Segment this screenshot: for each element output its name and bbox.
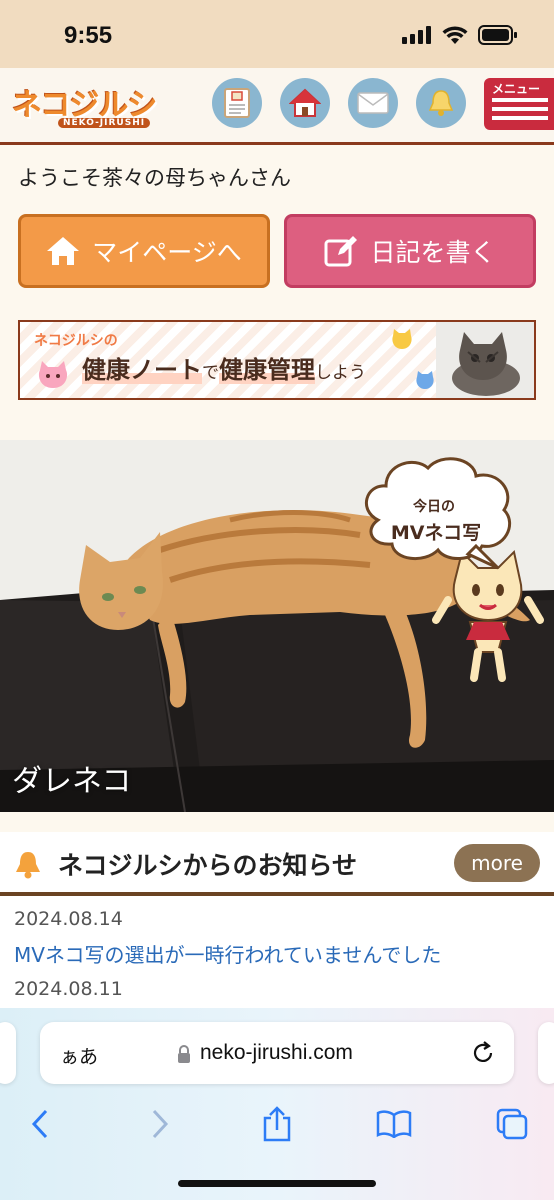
banner-text-2: で [202, 363, 219, 383]
news-date: 2024.08.14 [14, 908, 123, 930]
bell-icon [428, 90, 454, 116]
more-button[interactable]: more [454, 844, 540, 882]
mypage-button[interactable]: マイページへ [18, 214, 270, 288]
forward-button[interactable] [138, 1102, 182, 1146]
status-bar: 9:55 [0, 0, 554, 68]
news-title: ネコジルシからのお知らせ [58, 851, 358, 880]
reload-icon[interactable] [470, 1040, 496, 1066]
address-bar[interactable]: ぁあ neko-jirushi.com [40, 1022, 514, 1084]
cat-face-icon [38, 361, 68, 388]
bubble-line2: MVネコ写 [390, 522, 482, 544]
share-icon [263, 1106, 291, 1142]
news-section: ネコジルシからのお知らせ more 2024.08.14 MVネコ写の選出が一時… [0, 832, 554, 1032]
write-diary-button-label: 日記を書く [370, 238, 496, 267]
back-button[interactable] [18, 1102, 62, 1146]
banner-headline: 健康ノートで健康管理しよう [82, 350, 366, 385]
blue-cat-icon [416, 371, 434, 389]
edit-icon [324, 236, 358, 267]
notification-button[interactable] [416, 78, 466, 128]
notebook-icon [224, 88, 250, 118]
news-link[interactable]: MVネコ写の選出が一時行われていませんでした [14, 939, 441, 968]
home-button[interactable] [280, 78, 330, 128]
bookmarks-button[interactable] [372, 1102, 416, 1146]
write-diary-button[interactable]: 日記を書く [284, 214, 536, 288]
back-arrow-icon [31, 1109, 48, 1139]
banner-text-4: しよう [315, 363, 366, 383]
welcome-message: ようこそ茶々の母ちゃんさん [18, 166, 291, 190]
status-icons [402, 25, 518, 45]
previous-tab-preview[interactable] [0, 1022, 16, 1084]
tabs-button[interactable] [490, 1102, 534, 1146]
bubble-line1: 今日の [413, 499, 455, 515]
lock-icon [178, 1045, 190, 1063]
logo-subtitle: NEKO-JIRUSHI [58, 118, 151, 128]
mv-cat-photo[interactable]: 今日の MVネコ写 ダレネコ [0, 440, 554, 812]
mail-icon [357, 92, 389, 114]
status-time: 9:55 [64, 22, 113, 49]
wifi-icon [442, 25, 468, 44]
health-note-banner[interactable]: ネコジルシの 健康ノートで健康管理しよう [18, 320, 536, 400]
mail-button[interactable] [348, 78, 398, 128]
yellow-cat-icon [392, 329, 412, 349]
next-tab-preview[interactable] [538, 1022, 554, 1084]
menu-button[interactable]: メニュー [484, 78, 554, 130]
share-button[interactable] [255, 1102, 299, 1146]
banner-text-1: 健康ノート [82, 356, 202, 384]
notebook-button[interactable] [212, 78, 262, 128]
news-date: 2024.08.11 [14, 978, 123, 1000]
hamburger-icon [492, 98, 548, 125]
book-icon [376, 1110, 412, 1138]
home-icon [47, 237, 80, 265]
cellular-signal-icon [402, 26, 431, 44]
kitten-photo [436, 322, 534, 398]
site-header: ネコジルシ NEKO-JIRUSHI メニュー [0, 68, 554, 145]
site-logo[interactable]: ネコジルシ NEKO-JIRUSHI [12, 80, 174, 132]
news-header: ネコジルシからのお知らせ more [0, 832, 554, 896]
forward-arrow-icon [152, 1109, 169, 1139]
banner-subtitle: ネコジルシの [34, 333, 118, 349]
banner-text-3: 健康管理 [219, 356, 315, 384]
page-settings-button[interactable]: ぁあ [60, 1042, 98, 1069]
bell-icon [16, 852, 40, 879]
browser-toolbar: ぁあ neko-jirushi.com [0, 1008, 554, 1200]
url-text: neko-jirushi.com [200, 1041, 353, 1064]
battery-icon [478, 25, 517, 45]
tabs-icon [496, 1108, 528, 1140]
home-icon [289, 88, 321, 117]
mv-neko-bubble: 今日の MVネコ写 [358, 450, 518, 570]
home-indicator[interactable] [178, 1180, 376, 1187]
menu-label: メニュー [492, 82, 541, 96]
cat-name-label: ダレネコ [12, 764, 132, 799]
mypage-button-label: マイページへ [92, 238, 242, 267]
